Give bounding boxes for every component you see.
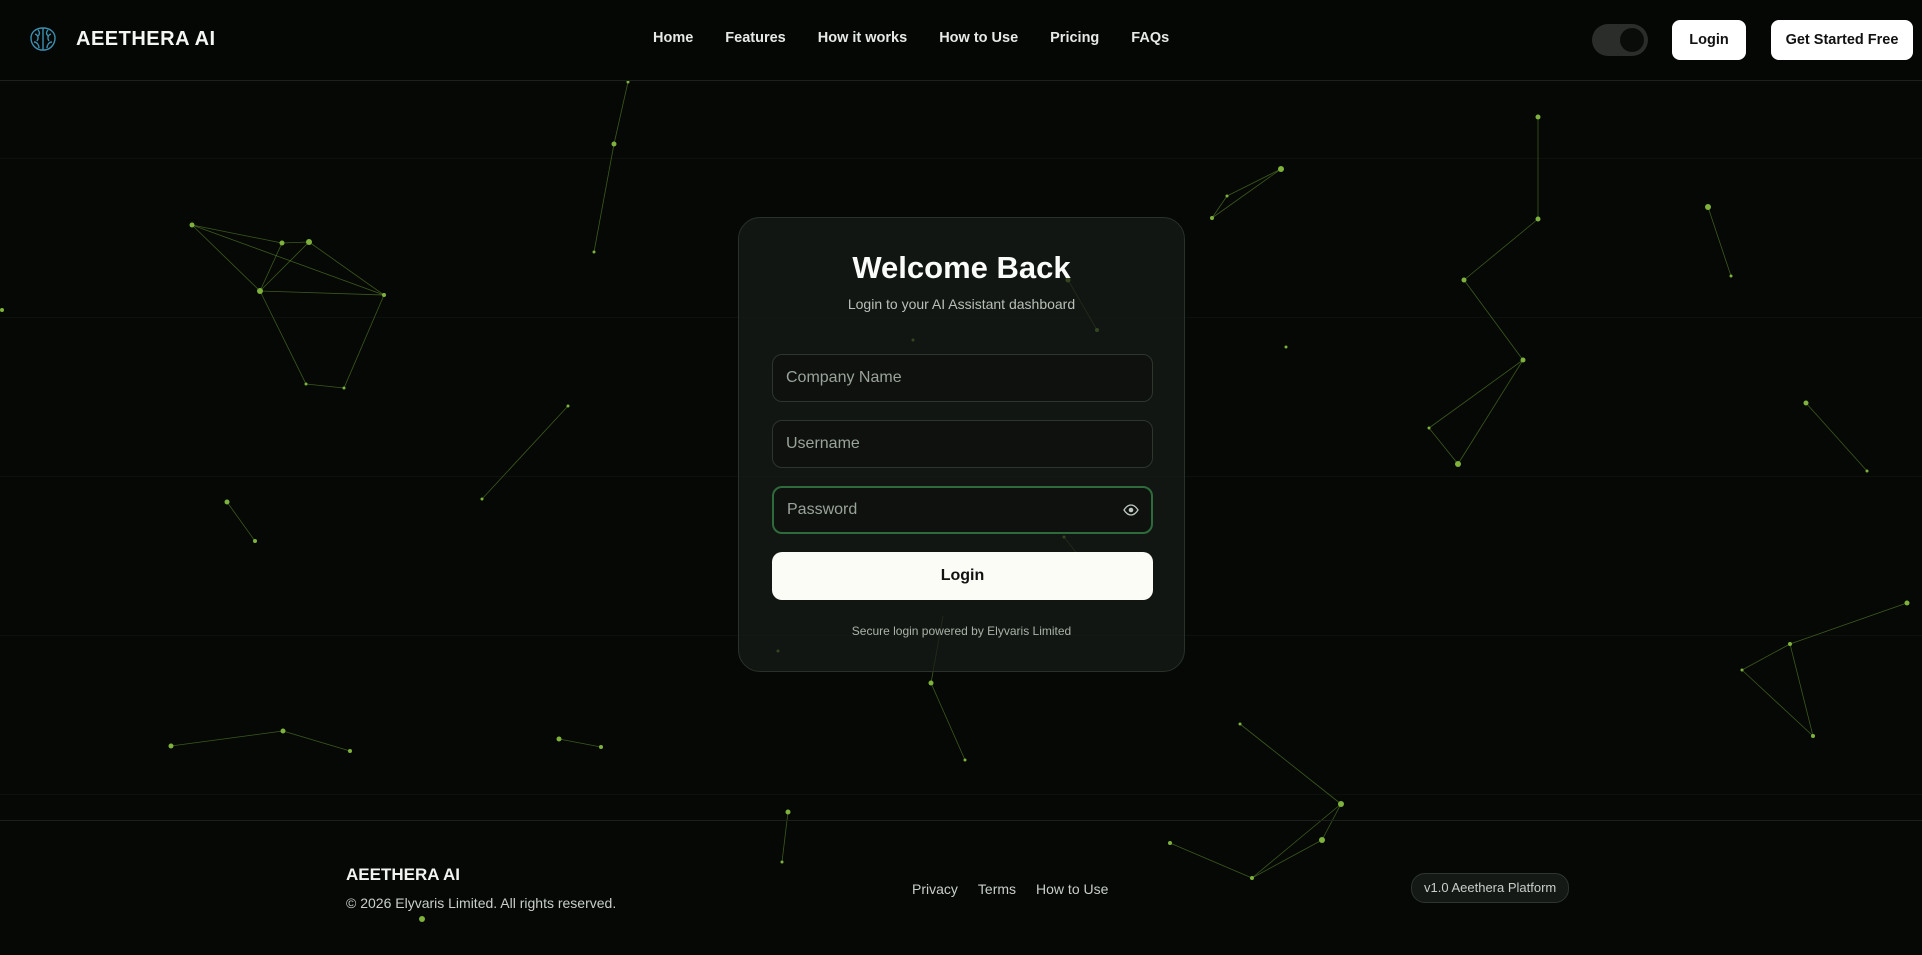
- header-login-button[interactable]: Login: [1672, 20, 1746, 60]
- nav-how-to-use[interactable]: How to Use: [939, 30, 1018, 46]
- eye-icon[interactable]: [1123, 502, 1139, 518]
- brand-name: AEETHERA AI: [76, 27, 216, 50]
- theme-toggle[interactable]: [1592, 24, 1648, 56]
- company-name-input[interactable]: [772, 354, 1153, 402]
- footer-link-how-to-use[interactable]: How to Use: [1036, 881, 1108, 897]
- nav-features[interactable]: Features: [725, 30, 785, 46]
- brain-logo-icon: [30, 27, 56, 51]
- login-submit-button[interactable]: Login: [772, 552, 1153, 600]
- footer-brand: AEETHERA AI: [346, 865, 460, 884]
- brand[interactable]: AEETHERA AI: [26, 22, 216, 56]
- footer-link-privacy[interactable]: Privacy: [912, 881, 958, 897]
- version-badge: v1.0 Aeethera Platform: [1411, 873, 1570, 903]
- password-field: [770, 484, 1155, 536]
- footer: AEETHERA AI © 2026 Elyvaris Limited. All…: [0, 820, 1922, 955]
- nav-how-it-works[interactable]: How it works: [818, 30, 907, 46]
- password-input[interactable]: [772, 486, 1153, 534]
- footer-link-terms[interactable]: Terms: [978, 881, 1016, 897]
- secure-login-note: Secure login powered by Elyvaris Limited: [851, 624, 1072, 638]
- main-nav: Home Features How it works How to Use Pr…: [653, 30, 1169, 46]
- background-gridline: [0, 158, 1922, 159]
- username-input[interactable]: [772, 420, 1153, 468]
- login-title: Welcome Back: [852, 250, 1071, 285]
- background-gridline: [0, 794, 1922, 795]
- nav-faqs[interactable]: FAQs: [1131, 30, 1169, 46]
- login-card: Welcome Back Login to your AI Assistant …: [738, 217, 1185, 672]
- login-subtitle: Login to your AI Assistant dashboard: [847, 296, 1076, 312]
- get-started-button[interactable]: Get Started Free: [1771, 20, 1913, 60]
- footer-copyright: © 2026 Elyvaris Limited. All rights rese…: [346, 895, 617, 911]
- nav-home[interactable]: Home: [653, 30, 693, 46]
- theme-toggle-knob: [1620, 28, 1644, 52]
- nav-pricing[interactable]: Pricing: [1050, 30, 1099, 46]
- footer-links: Privacy Terms How to Use: [912, 881, 1108, 897]
- top-navbar: AEETHERA AI Home Features How it works H…: [0, 0, 1922, 81]
